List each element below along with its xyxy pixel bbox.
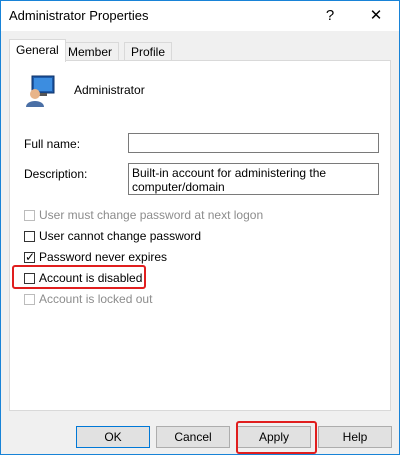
checkbox-box bbox=[24, 209, 35, 221]
user-avatar-icon bbox=[26, 75, 55, 107]
apply-highlight bbox=[236, 421, 317, 454]
description-label: Description: bbox=[24, 167, 88, 181]
tab-member-of[interactable]: Member Of bbox=[61, 42, 120, 77]
checkbox-box bbox=[24, 293, 35, 305]
checkbox-label: User cannot change password bbox=[39, 229, 202, 243]
checkbox-box bbox=[24, 230, 35, 242]
help-title-button[interactable]: ? bbox=[307, 1, 353, 31]
description-field[interactable]: Built-in account for administering the c… bbox=[128, 163, 379, 195]
ok-button[interactable]: OK bbox=[76, 426, 150, 448]
title-bar: Administrator Properties ? ✕ bbox=[1, 1, 399, 31]
checkbox-box: ✓ bbox=[24, 249, 36, 264]
description-value: Built-in account for administering the c… bbox=[132, 166, 327, 194]
password-never-expires-checkbox[interactable]: ✓ Password never expires bbox=[24, 249, 167, 265]
checkbox-label: User must change password at next logon bbox=[39, 208, 264, 222]
must-change-password-checkbox[interactable]: User must change password at next logon bbox=[24, 207, 263, 223]
user-name: Administrator bbox=[74, 83, 145, 97]
tab-profile[interactable]: Profile bbox=[124, 42, 173, 60]
general-panel: Administrator Full name: Description: Bu… bbox=[9, 60, 391, 411]
tab-general[interactable]: General bbox=[9, 39, 66, 62]
checkbox-label: Password never expires bbox=[39, 250, 168, 264]
full-name-field[interactable] bbox=[128, 133, 379, 153]
cancel-button[interactable]: Cancel bbox=[156, 426, 230, 448]
account-locked-out-checkbox[interactable]: Account is locked out bbox=[24, 291, 152, 307]
checkmark-icon: ✓ bbox=[25, 249, 36, 264]
help-button[interactable]: Help bbox=[318, 426, 392, 448]
account-disabled-highlight bbox=[12, 265, 146, 289]
cannot-change-password-checkbox[interactable]: User cannot change password bbox=[24, 228, 201, 244]
full-name-label: Full name: bbox=[24, 137, 81, 151]
close-button[interactable]: ✕ bbox=[353, 1, 399, 31]
checkbox-label: Account is locked out bbox=[39, 292, 153, 306]
properties-dialog: Administrator Properties ? ✕ General Mem… bbox=[0, 0, 400, 455]
dialog-title: Administrator Properties bbox=[9, 8, 149, 23]
